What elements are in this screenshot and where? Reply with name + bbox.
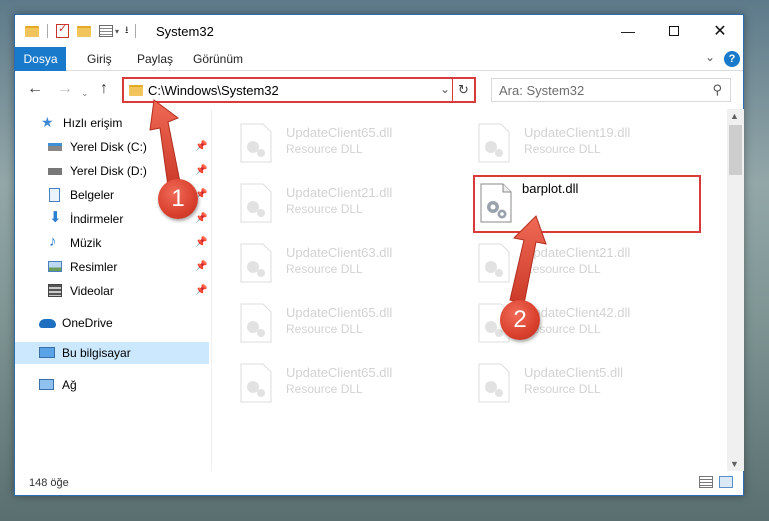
callout-step-1: 1 [158, 179, 198, 219]
arrow-to-address-bar [149, 99, 181, 187]
arrow-to-barplot-file [509, 215, 547, 305]
callout-step-2: 2 [500, 300, 540, 340]
tutorial-arrows [149, 99, 547, 305]
